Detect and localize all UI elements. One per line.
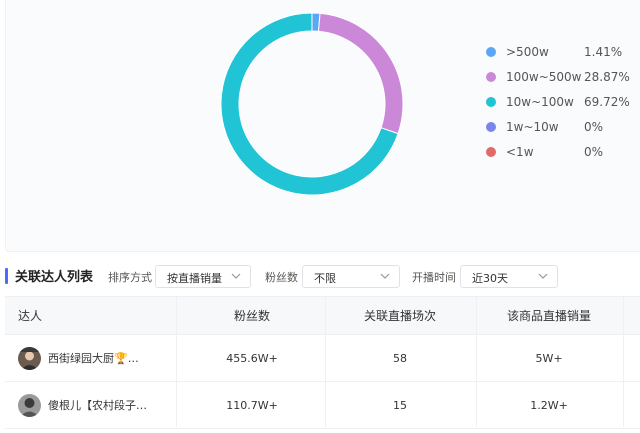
live-time-select-value: 近30天 — [472, 272, 508, 285]
sales-count: 1.2W+ — [530, 399, 568, 412]
legend-label: 10w~100w — [506, 95, 574, 109]
legend-item[interactable]: 10w~100w 69.72% — [486, 92, 636, 117]
donut-slice-1[interactable] — [317, 12, 404, 135]
creator-name[interactable]: 傻根儿【农村段子… — [48, 383, 147, 429]
legend-label: <1w — [506, 145, 534, 159]
sort-select-value: 按直播销量 — [167, 272, 222, 285]
fans-select-value: 不限 — [314, 272, 336, 285]
fans-select[interactable]: 不限 — [302, 265, 400, 288]
sort-label: 排序方式 — [108, 271, 152, 284]
related-creators-header: 关联达人列表 排序方式 按直播销量 粉丝数 不限 开播时间 近30天 — [5, 262, 640, 290]
chevron-down-icon — [231, 273, 241, 279]
sessions-count: 58 — [393, 352, 407, 365]
legend-label: >500w — [506, 45, 549, 59]
legend-dot — [486, 147, 496, 157]
header-fans[interactable]: 粉丝数 — [177, 297, 327, 335]
sales-count: 5W+ — [535, 352, 563, 365]
live-time-select[interactable]: 近30天 — [460, 265, 558, 288]
sessions-count: 15 — [393, 399, 407, 412]
header-sessions[interactable]: 关联直播场次 — [335, 297, 465, 335]
chevron-down-icon — [380, 273, 390, 279]
legend-value: 1.41% — [584, 45, 623, 59]
chart-legend: >500w 1.41% 100w~500w 28.87% 10w~100w 69… — [486, 42, 636, 167]
live-time-label: 开播时间 — [412, 271, 456, 284]
legend-dot — [486, 122, 496, 132]
creator-name[interactable]: 西街绿园大厨🏆… — [48, 336, 139, 382]
legend-label: 100w~500w — [506, 70, 582, 84]
section-title: 关联达人列表 — [15, 270, 94, 285]
creators-table: 达人 粉丝数 关联直播场次 该商品直播销量 西街绿园大厨🏆… 455.6W+ 5… — [5, 296, 640, 429]
legend-value: 0% — [584, 145, 604, 159]
header-sales[interactable]: 该商品直播销量 — [475, 297, 623, 335]
fans-distribution-panel: >500w 1.41% 100w~500w 28.87% 10w~100w 69… — [5, 0, 640, 252]
legend-item[interactable]: >500w 1.41% — [486, 42, 636, 67]
legend-value: 69.72% — [584, 95, 630, 109]
table-row[interactable]: 西街绿园大厨🏆… 455.6W+ 58 5W+ — [5, 336, 640, 382]
legend-label: 1w~10w — [506, 120, 559, 134]
legend-dot — [486, 72, 496, 82]
avatar[interactable] — [18, 347, 41, 370]
legend-dot — [486, 47, 496, 57]
title-accent-bar — [5, 268, 8, 284]
fans-label: 粉丝数 — [265, 271, 298, 284]
avatar[interactable] — [18, 394, 41, 417]
table-header: 达人 粉丝数 关联直播场次 该商品直播销量 — [5, 297, 640, 335]
legend-value: 28.87% — [584, 70, 630, 84]
chevron-down-icon — [538, 273, 548, 279]
legend-dot — [486, 97, 496, 107]
sort-select[interactable]: 按直播销量 — [155, 265, 251, 288]
table-row[interactable]: 傻根儿【农村段子… 110.7W+ 15 1.2W+ — [5, 383, 640, 429]
legend-item[interactable]: <1w 0% — [486, 142, 636, 167]
fans-count: 110.7W+ — [226, 399, 278, 412]
legend-item[interactable]: 1w~10w 0% — [486, 117, 636, 142]
fans-count: 455.6W+ — [226, 352, 278, 365]
legend-value: 0% — [584, 120, 604, 134]
header-creator: 达人 — [18, 309, 43, 323]
legend-item[interactable]: 100w~500w 28.87% — [486, 67, 636, 92]
